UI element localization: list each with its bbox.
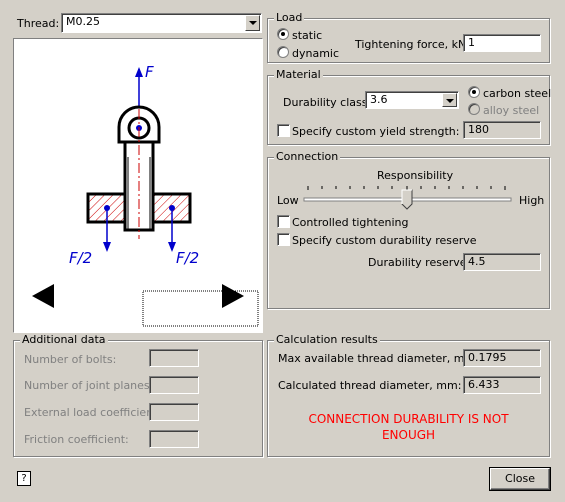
alloy-steel-label: alloy steel xyxy=(483,104,540,117)
close-button[interactable]: Close xyxy=(489,467,551,491)
material-group-title: Material xyxy=(274,68,323,82)
controlled-tightening-checkbox[interactable] xyxy=(277,215,290,228)
thread-select[interactable]: M0.25 xyxy=(61,13,262,33)
durability-class-label: Durability class: xyxy=(283,96,372,109)
durability-reserve-label: Durability reserve: xyxy=(368,256,471,269)
bolt-drawing: F F/2 F/2 xyxy=(32,63,259,327)
connection-group-title: Connection xyxy=(274,150,341,164)
joint-planes-label: Number of joint planes: xyxy=(24,379,154,392)
external-load-input[interactable] xyxy=(149,403,199,421)
results-group-title: Calculation results xyxy=(274,333,380,347)
dynamic-radio[interactable] xyxy=(277,46,289,58)
tightening-force-input[interactable]: 1 xyxy=(463,34,541,52)
responsibility-label: Responsibility xyxy=(377,169,454,182)
joint-planes-input[interactable] xyxy=(149,376,199,394)
carbon-steel-label: carbon steel xyxy=(483,87,552,100)
force-top-label: F xyxy=(145,63,154,81)
thread-select-value: M0.25 xyxy=(66,15,100,28)
warning-line-1: CONNECTION DURABILITY IS NOT xyxy=(308,412,509,426)
durability-warning: CONNECTION DURABILITY IS NOT ENOUGH xyxy=(268,411,549,443)
high-label: High xyxy=(519,194,545,207)
controlled-tightening-label: Controlled tightening xyxy=(292,216,409,229)
calc-diameter-label: Calculated thread diameter, mm: xyxy=(278,379,462,392)
force-top-arrowhead xyxy=(135,67,143,77)
chevron-down-icon[interactable] xyxy=(442,93,457,107)
custom-yield-checkbox[interactable] xyxy=(277,124,290,137)
help-icon[interactable]: ? xyxy=(17,471,31,486)
low-label: Low xyxy=(277,194,299,207)
carbon-steel-radio[interactable] xyxy=(468,86,480,98)
custom-reserve-label: Specify custom durability reserve xyxy=(292,234,477,247)
force-left-label: F/2 xyxy=(69,249,92,267)
slider-thumb xyxy=(401,189,413,210)
force-right-label: F/2 xyxy=(176,249,199,267)
thread-label: Thread: xyxy=(17,17,60,30)
static-label: static xyxy=(292,29,323,42)
warning-line-2: ENOUGH xyxy=(381,428,436,442)
load-group-title: Load xyxy=(274,11,305,25)
max-diameter-label: Max available thread diameter, mm: xyxy=(278,352,479,365)
tightening-force-label: Tightening force, kN: xyxy=(355,38,470,51)
next-picture-icon[interactable] xyxy=(222,284,244,308)
durability-reserve-input[interactable]: 4.5 xyxy=(463,253,541,271)
static-radio[interactable] xyxy=(277,28,289,40)
force-left-arrowhead xyxy=(103,242,111,252)
prev-picture-icon[interactable] xyxy=(32,284,54,308)
bolts-count-input[interactable] xyxy=(149,349,199,367)
custom-reserve-checkbox[interactable] xyxy=(277,233,290,246)
responsibility-slider[interactable] xyxy=(300,182,515,210)
durability-class-select[interactable]: 3.6 xyxy=(365,91,459,109)
external-load-label: External load coefficient: xyxy=(24,406,162,419)
friction-input[interactable] xyxy=(149,430,199,448)
connection-diagram: F F/2 F/2 xyxy=(13,38,263,333)
custom-yield-label: Specify custom yield strength: xyxy=(292,125,460,138)
chevron-down-icon[interactable] xyxy=(245,15,260,31)
dynamic-label: dynamic xyxy=(292,47,340,60)
alloy-steel-radio[interactable] xyxy=(468,103,480,115)
calc-diameter-value[interactable]: 6.433 xyxy=(463,376,541,394)
bolts-count-label: Number of bolts: xyxy=(24,353,117,366)
additional-data-title: Additional data xyxy=(20,333,108,347)
durability-class-value: 3.6 xyxy=(370,93,388,106)
yield-strength-input[interactable]: 180 xyxy=(463,121,541,139)
max-diameter-value[interactable]: 0.1795 xyxy=(463,349,541,367)
force-right-arrowhead xyxy=(168,242,176,252)
friction-label: Friction coefficient: xyxy=(24,433,129,446)
